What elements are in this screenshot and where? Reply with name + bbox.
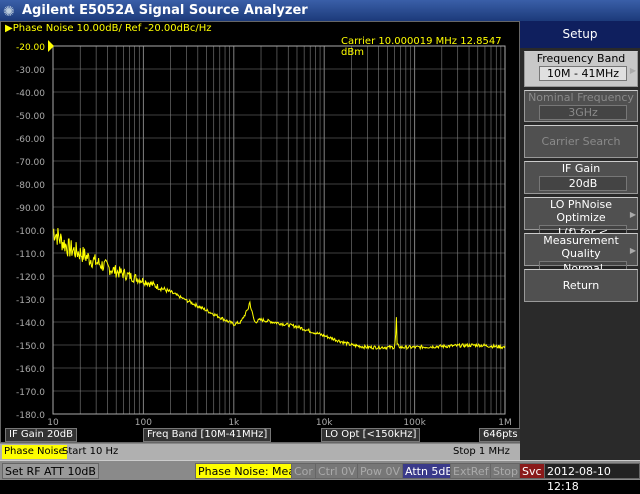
extref-indicator: ExtRef	[450, 463, 492, 479]
y-tick-label: -150.0	[16, 342, 45, 352]
y-tick-label: -120.0	[16, 273, 45, 283]
softkey-label: Return	[562, 279, 600, 292]
start-freq[interactable]: Start 10 Hz	[62, 445, 118, 459]
y-tick-label: -30.00	[16, 66, 45, 76]
softkey-value: 10M - 41MHz	[539, 66, 627, 81]
ctrl-indicator: Ctrl 0V	[315, 463, 359, 479]
y-tick-label: -20.00	[16, 43, 45, 53]
x-tick-label: 100k	[403, 418, 426, 428]
status-bar: Set RF ATT 10dB Phase Noise: Meas Cor Ct…	[0, 460, 640, 493]
carrier-readout: Carrier 10.000019 MHz 12.8547 dBm	[341, 36, 502, 58]
lo-phnoise-optimize-button[interactable]: LO PhNoise OptimizeL(f) for < 150kHz▶	[524, 197, 638, 253]
x-tick-label: 10	[47, 418, 59, 428]
softkey-label: LO PhNoise Optimize	[549, 198, 612, 224]
measurement-quality-button[interactable]: Measurement QualityNormal▶	[524, 233, 638, 276]
carrier-search-button[interactable]: Carrier Search	[524, 125, 638, 158]
y-tick-label: -160.0	[16, 365, 45, 375]
meas-type: Phase Noise	[2, 445, 67, 459]
softkey-title: Setup	[520, 21, 640, 48]
softkey-label: Measurement Quality	[543, 234, 619, 260]
softkey-label: Carrier Search	[541, 135, 621, 148]
submenu-arrow-icon: ▶	[629, 246, 636, 256]
y-tick-label: -70.00	[16, 158, 45, 168]
y-tick-label: -100.0	[16, 227, 45, 237]
status-message: Set RF ATT 10dB	[2, 463, 99, 479]
nominal-frequency-button[interactable]: Nominal Frequency 3GHz	[524, 90, 638, 122]
y-tick-label: -50.00	[16, 112, 45, 122]
datetime: 2012-08-10 12:18	[544, 463, 640, 493]
y-tick-label: -80.00	[16, 181, 45, 191]
phase-noise-trace	[52, 227, 506, 351]
x-tick-label: 1M	[498, 418, 512, 428]
y-tick-label: -140.0	[16, 319, 45, 329]
pow-indicator: Pow 0V	[357, 463, 403, 479]
plot-window[interactable]: -20.00 -30.00 -40.00 -50.00 -60.00 -70.00 -80.…	[0, 21, 522, 443]
submenu-arrow-icon: ▶	[629, 210, 636, 220]
freq-band-status: Freq Band [10M-41MHz]	[143, 428, 272, 442]
lo-opt-status: LO Opt [<150kHz]	[321, 428, 421, 442]
if-gain-status: IF Gain 20dB	[5, 428, 77, 442]
softkey-panel: Setup Frequency Band 10M - 41MHz ▶ Nominal…	[520, 21, 640, 460]
softkey-label: Nominal Frequency	[528, 91, 634, 104]
agilent-logo-icon: ✺	[3, 4, 15, 20]
channel-bar: Phase Noise Start 10 Hz Stop 1 MHz	[0, 443, 520, 460]
y-tick-label: -130.0	[16, 296, 45, 306]
submenu-arrow-icon: ▶	[629, 65, 636, 75]
softkey-value: 20dB	[539, 176, 627, 191]
y-tick-label: -60.00	[16, 135, 45, 145]
y-tick-label: -170.0	[16, 388, 45, 398]
return-button[interactable]: Return	[524, 269, 638, 302]
window-title: Agilent E5052A Signal Source Analyzer	[22, 3, 308, 18]
trace-title: ▶Phase Noise 10.00dB/ Ref -20.00dBc/Hz	[5, 23, 212, 34]
y-tick-label: -40.00	[16, 89, 45, 99]
phase-noise-chart: -20.00 -30.00 -40.00 -50.00 -60.00 -70.00 -80.…	[16, 40, 512, 428]
attn-indicator: Attn 5dB	[402, 463, 456, 479]
y-tick-label: -180.0	[16, 411, 45, 421]
frequency-band-button[interactable]: Frequency Band 10M - 41MHz ▶	[524, 51, 638, 87]
x-tick-label: 1k	[228, 418, 240, 428]
points-status: 646pts	[479, 428, 522, 442]
softkey-label: Frequency Band	[536, 52, 626, 65]
svc-indicator: Svc	[519, 463, 545, 479]
cor-indicator: Cor	[291, 463, 316, 479]
stop-indicator: Stop	[490, 463, 522, 479]
stop-freq[interactable]: Stop 1 MHz	[453, 445, 510, 459]
title-bar: ✺ Agilent E5052A Signal Source Analyzer	[0, 0, 640, 21]
y-tick-label: -90.00	[16, 204, 45, 214]
softkey-value: 3GHz	[539, 105, 627, 120]
x-tick-label: 10k	[316, 418, 333, 428]
softkey-label: IF Gain	[561, 162, 601, 175]
mode-indicator: Phase Noise: Meas	[195, 463, 304, 479]
if-gain-button[interactable]: IF Gain 20dB	[524, 161, 638, 194]
x-tick-label: 100	[135, 418, 152, 428]
y-tick-label: -110.0	[16, 250, 45, 260]
